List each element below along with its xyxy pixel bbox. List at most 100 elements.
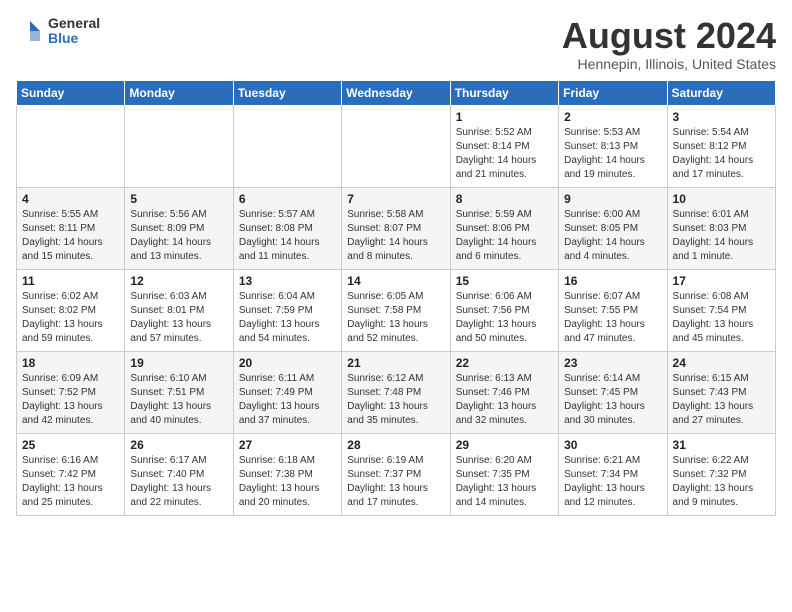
day-number: 1 [456, 110, 553, 124]
calendar-cell [17, 105, 125, 187]
calendar-cell: 1 Sunrise: 5:52 AM Sunset: 8:14 PM Daylig… [450, 105, 558, 187]
day-info: Sunrise: 5:59 AM Sunset: 8:06 PM Dayligh… [456, 208, 553, 264]
week-row-1: 4Sunrise: 5:55 AM Sunset: 8:11 PM Daylig… [17, 187, 776, 269]
calendar-cell: 26 Sunrise: 6:17 AM Sunset: 7:40 PM Dayli… [125, 433, 233, 515]
weekday-header-thursday: Thursday [450, 80, 558, 105]
day-number: 20 [239, 356, 336, 370]
calendar-cell: 22 Sunrise: 6:13 AM Sunset: 7:46 PM Dayli… [450, 351, 558, 433]
day-info: Sunrise: 5:54 AM Sunset: 8:12 PM Dayligh… [673, 126, 770, 182]
calendar-cell: 15 Sunrise: 6:06 AM Sunset: 7:56 PM Dayli… [450, 269, 558, 351]
day-info: Sunrise: 6:21 AM Sunset: 7:34 PM Dayligh… [564, 454, 661, 510]
calendar-cell: 4Sunrise: 5:55 AM Sunset: 8:11 PM Daylig… [17, 187, 125, 269]
weekday-header-saturday: Saturday [667, 80, 775, 105]
day-number: 21 [347, 356, 444, 370]
day-number: 17 [673, 274, 770, 288]
day-number: 19 [130, 356, 227, 370]
day-info: Sunrise: 6:16 AM Sunset: 7:42 PM Dayligh… [22, 454, 119, 510]
logo-general-text: General [48, 16, 100, 31]
day-number: 22 [456, 356, 553, 370]
calendar-cell: 13 Sunrise: 6:04 AM Sunset: 7:59 PM Dayli… [233, 269, 341, 351]
calendar-header: SundayMondayTuesdayWednesdayThursdayFrid… [17, 80, 776, 105]
day-info: Sunrise: 6:13 AM Sunset: 7:46 PM Dayligh… [456, 372, 553, 428]
day-info: Sunrise: 5:53 AM Sunset: 8:13 PM Dayligh… [564, 126, 661, 182]
calendar-cell: 7Sunrise: 5:58 AM Sunset: 8:07 PM Daylig… [342, 187, 450, 269]
logo-blue-text: Blue [48, 31, 100, 46]
calendar-cell: 5Sunrise: 5:56 AM Sunset: 8:09 PM Daylig… [125, 187, 233, 269]
header: General Blue August 2024 Hennepin, Illin… [16, 16, 776, 72]
day-number: 12 [130, 274, 227, 288]
day-info: Sunrise: 6:14 AM Sunset: 7:45 PM Dayligh… [564, 372, 661, 428]
calendar-cell: 27 Sunrise: 6:18 AM Sunset: 7:38 PM Dayli… [233, 433, 341, 515]
weekday-header-sunday: Sunday [17, 80, 125, 105]
day-number: 7 [347, 192, 444, 206]
weekday-header-monday: Monday [125, 80, 233, 105]
calendar-cell: 9 Sunrise: 6:00 AM Sunset: 8:05 PM Daylig… [559, 187, 667, 269]
calendar-cell [342, 105, 450, 187]
day-number: 18 [22, 356, 119, 370]
day-info: Sunrise: 5:52 AM Sunset: 8:14 PM Dayligh… [456, 126, 553, 182]
day-info: Sunrise: 6:11 AM Sunset: 7:49 PM Dayligh… [239, 372, 336, 428]
day-number: 24 [673, 356, 770, 370]
week-row-3: 18 Sunrise: 6:09 AM Sunset: 7:52 PM Dayli… [17, 351, 776, 433]
day-number: 25 [22, 438, 119, 452]
day-number: 15 [456, 274, 553, 288]
day-number: 28 [347, 438, 444, 452]
calendar-cell: 23 Sunrise: 6:14 AM Sunset: 7:45 PM Dayli… [559, 351, 667, 433]
day-info: Sunrise: 6:01 AM Sunset: 8:03 PM Dayligh… [673, 208, 770, 264]
calendar-cell: 10Sunrise: 6:01 AM Sunset: 8:03 PM Dayli… [667, 187, 775, 269]
calendar-table: SundayMondayTuesdayWednesdayThursdayFrid… [16, 80, 776, 516]
title-area: August 2024 Hennepin, Illinois, United S… [562, 16, 776, 72]
day-number: 9 [564, 192, 661, 206]
day-number: 8 [456, 192, 553, 206]
calendar-cell: 29Sunrise: 6:20 AM Sunset: 7:35 PM Dayli… [450, 433, 558, 515]
day-number: 13 [239, 274, 336, 288]
calendar-cell: 17Sunrise: 6:08 AM Sunset: 7:54 PM Dayli… [667, 269, 775, 351]
calendar-cell: 20 Sunrise: 6:11 AM Sunset: 7:49 PM Dayli… [233, 351, 341, 433]
calendar-cell: 28 Sunrise: 6:19 AM Sunset: 7:37 PM Dayli… [342, 433, 450, 515]
day-info: Sunrise: 6:04 AM Sunset: 7:59 PM Dayligh… [239, 290, 336, 346]
day-number: 3 [673, 110, 770, 124]
day-number: 16 [564, 274, 661, 288]
weekday-header-friday: Friday [559, 80, 667, 105]
day-info: Sunrise: 6:02 AM Sunset: 8:02 PM Dayligh… [22, 290, 119, 346]
calendar-cell: 21Sunrise: 6:12 AM Sunset: 7:48 PM Dayli… [342, 351, 450, 433]
day-number: 30 [564, 438, 661, 452]
day-number: 4 [22, 192, 119, 206]
calendar-cell: 12Sunrise: 6:03 AM Sunset: 8:01 PM Dayli… [125, 269, 233, 351]
calendar-cell: 30 Sunrise: 6:21 AM Sunset: 7:34 PM Dayli… [559, 433, 667, 515]
calendar-cell [233, 105, 341, 187]
day-number: 6 [239, 192, 336, 206]
day-info: Sunrise: 6:15 AM Sunset: 7:43 PM Dayligh… [673, 372, 770, 428]
calendar-cell: 8 Sunrise: 5:59 AM Sunset: 8:06 PM Daylig… [450, 187, 558, 269]
day-number: 23 [564, 356, 661, 370]
day-info: Sunrise: 5:57 AM Sunset: 8:08 PM Dayligh… [239, 208, 336, 264]
calendar-cell: 25 Sunrise: 6:16 AM Sunset: 7:42 PM Dayli… [17, 433, 125, 515]
calendar-cell: 19 Sunrise: 6:10 AM Sunset: 7:51 PM Dayli… [125, 351, 233, 433]
calendar-cell: 24 Sunrise: 6:15 AM Sunset: 7:43 PM Dayli… [667, 351, 775, 433]
day-info: Sunrise: 6:06 AM Sunset: 7:56 PM Dayligh… [456, 290, 553, 346]
month-title: August 2024 [562, 16, 776, 56]
weekday-header-row: SundayMondayTuesdayWednesdayThursdayFrid… [17, 80, 776, 105]
calendar-cell: 11Sunrise: 6:02 AM Sunset: 8:02 PM Dayli… [17, 269, 125, 351]
day-number: 14 [347, 274, 444, 288]
calendar-cell: 6 Sunrise: 5:57 AM Sunset: 8:08 PM Daylig… [233, 187, 341, 269]
day-info: Sunrise: 6:19 AM Sunset: 7:37 PM Dayligh… [347, 454, 444, 510]
day-info: Sunrise: 6:10 AM Sunset: 7:51 PM Dayligh… [130, 372, 227, 428]
day-info: Sunrise: 6:05 AM Sunset: 7:58 PM Dayligh… [347, 290, 444, 346]
day-number: 31 [673, 438, 770, 452]
day-number: 5 [130, 192, 227, 206]
day-info: Sunrise: 6:18 AM Sunset: 7:38 PM Dayligh… [239, 454, 336, 510]
day-number: 26 [130, 438, 227, 452]
day-info: Sunrise: 6:00 AM Sunset: 8:05 PM Dayligh… [564, 208, 661, 264]
day-info: Sunrise: 6:07 AM Sunset: 7:55 PM Dayligh… [564, 290, 661, 346]
logo: General Blue [16, 16, 100, 47]
day-info: Sunrise: 6:22 AM Sunset: 7:32 PM Dayligh… [673, 454, 770, 510]
calendar-cell: 3 Sunrise: 5:54 AM Sunset: 8:12 PM Daylig… [667, 105, 775, 187]
weekday-header-wednesday: Wednesday [342, 80, 450, 105]
week-row-0: 1 Sunrise: 5:52 AM Sunset: 8:14 PM Daylig… [17, 105, 776, 187]
day-info: Sunrise: 6:09 AM Sunset: 7:52 PM Dayligh… [22, 372, 119, 428]
calendar-cell [125, 105, 233, 187]
day-number: 27 [239, 438, 336, 452]
day-info: Sunrise: 6:17 AM Sunset: 7:40 PM Dayligh… [130, 454, 227, 510]
calendar-cell: 31 Sunrise: 6:22 AM Sunset: 7:32 PM Dayli… [667, 433, 775, 515]
